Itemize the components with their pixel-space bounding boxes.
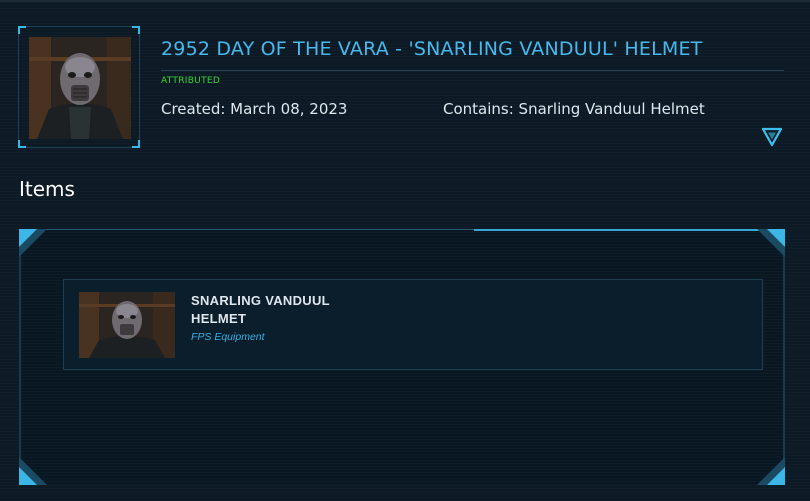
item-thumbnail <box>79 292 175 358</box>
items-section-heading: Items <box>19 177 75 201</box>
expand-toggle-button[interactable] <box>760 126 784 148</box>
top-border <box>0 0 810 2</box>
pledge-thumbnail <box>29 37 131 139</box>
corner-bracket-icon <box>757 457 785 485</box>
panel-top-accent <box>474 229 774 231</box>
item-type: FPS Equipment <box>191 331 265 343</box>
panel-right-edge <box>783 229 785 485</box>
title-divider <box>161 70 784 71</box>
corner-bracket-icon <box>19 457 47 485</box>
panel-left-edge <box>19 229 21 485</box>
created-date: Created: March 08, 2023 <box>161 100 348 118</box>
item-card[interactable]: SNARLING VANDUUL HELMET FPS Equipment <box>63 279 763 370</box>
triangle-down-icon <box>761 127 783 147</box>
items-panel: SNARLING VANDUUL HELMET FPS Equipment <box>19 229 785 485</box>
pledge-title: 2952 DAY OF THE VARA - 'SNARLING VANDUUL… <box>161 38 703 60</box>
corner-bracket-icon <box>757 229 785 257</box>
status-badge: ATTRIBUTED <box>161 76 221 86</box>
corner-bracket-icon <box>19 229 47 257</box>
pledge-thumbnail-frame[interactable] <box>18 26 140 148</box>
item-name: SNARLING VANDUUL HELMET <box>191 293 330 326</box>
contains-summary: Contains: Snarling Vanduul Helmet <box>443 100 705 118</box>
